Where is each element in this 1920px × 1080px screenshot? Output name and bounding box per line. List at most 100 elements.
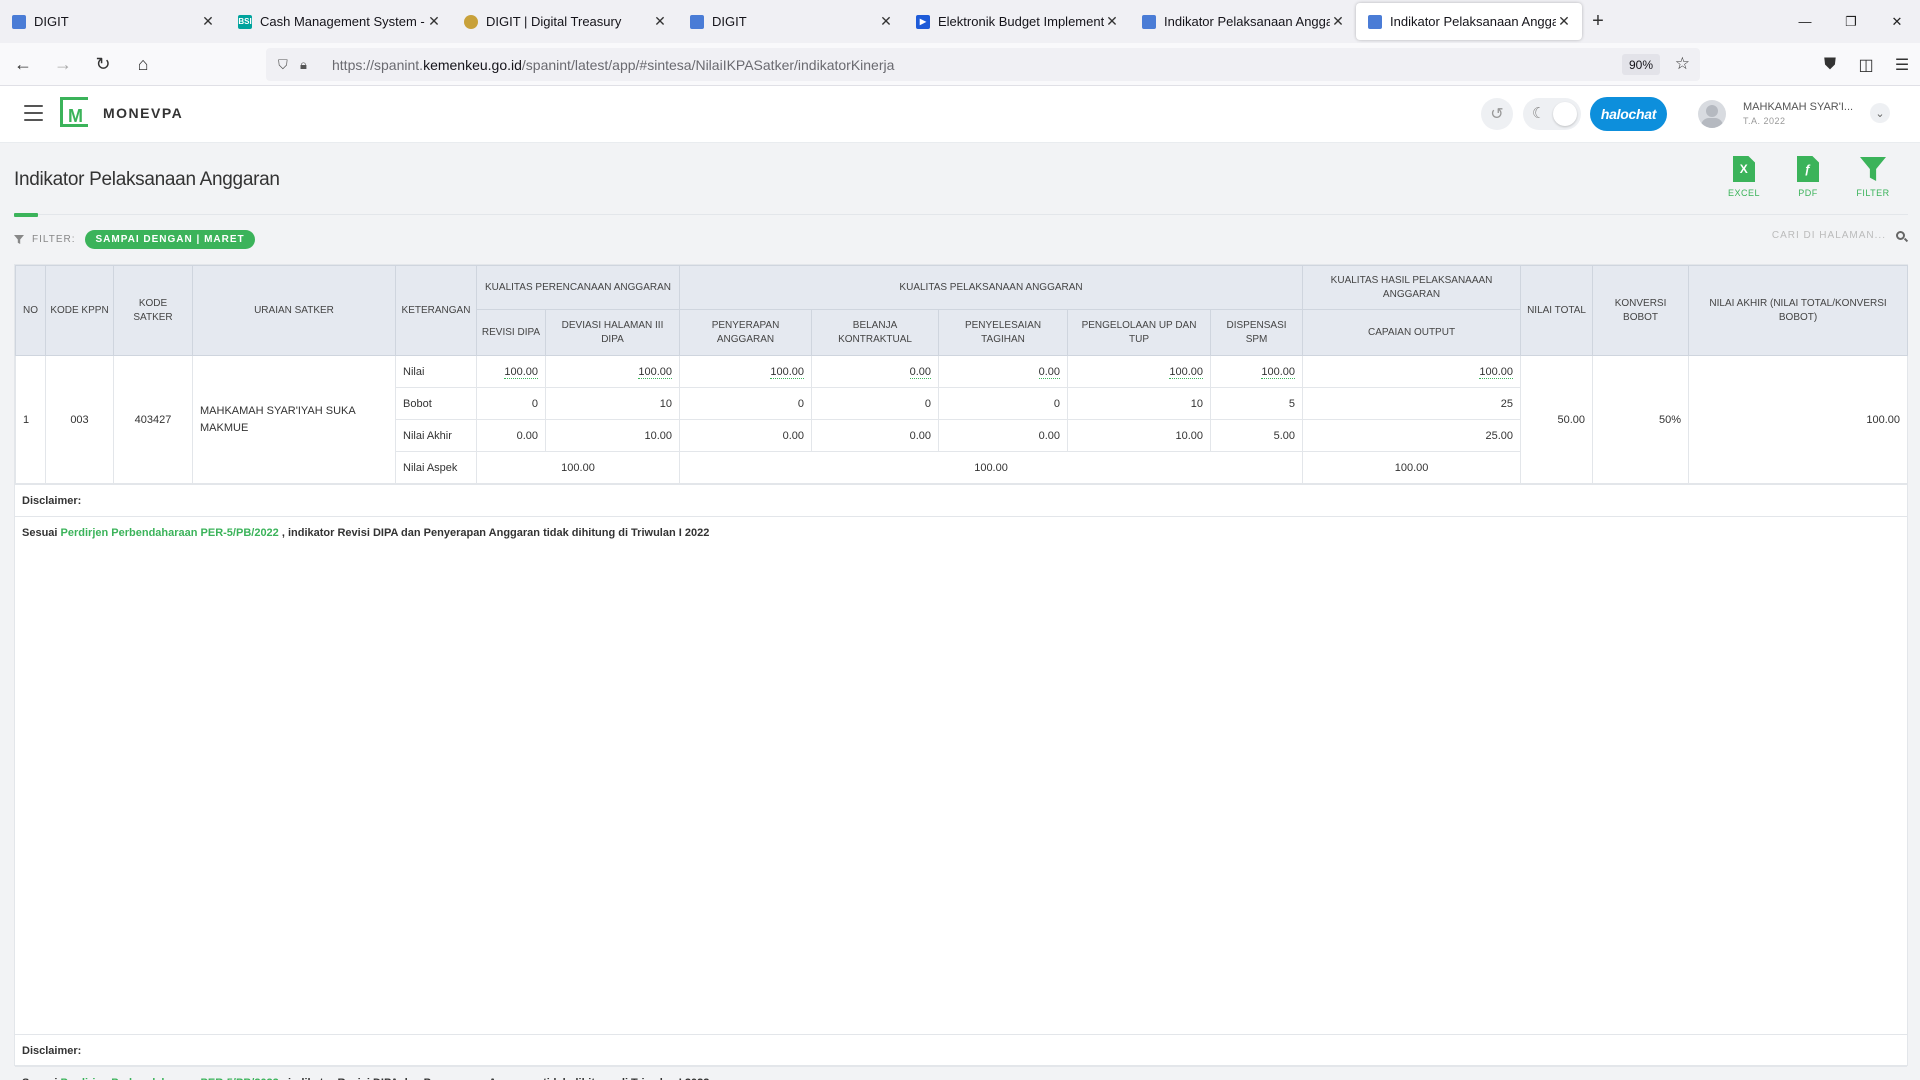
header-group-hasil: KUALITAS HASIL PELAKSANAAAN ANGGARAN	[1302, 265, 1522, 310]
header-penyerapan: PENYERAPAN ANGGARAN	[679, 309, 813, 356]
cell-nilai-akhir: 0.00	[811, 419, 940, 452]
filter-caption: FILTER:	[32, 234, 76, 245]
chevron-down-icon[interactable]: ⌄	[1870, 103, 1890, 123]
cell-aspek-pelaksanaan: 100.00	[679, 451, 1304, 484]
minimize-icon[interactable]: —	[1782, 0, 1828, 43]
monevpa-logo: M	[60, 97, 88, 127]
close-icon[interactable]: ✕	[652, 13, 668, 30]
browser-tab-active[interactable]: Indikator Pelaksanaan Anggaran ✕	[1356, 3, 1582, 40]
disclaimer-label: Disclaimer:	[15, 484, 1907, 516]
cell-nilai-total: 50.00	[1520, 355, 1594, 484]
header-kode-satker: KODE SATKER	[113, 265, 193, 356]
cell-nilai-capaian[interactable]: 100.00	[1302, 355, 1522, 388]
header-dispensasi-spm: DISPENSASI SPM	[1210, 309, 1304, 356]
forward-icon[interactable]: →	[46, 47, 80, 81]
cell-keterangan: Nilai Akhir	[395, 419, 477, 452]
filter-button[interactable]: FILTER	[1848, 156, 1898, 198]
menu-icon[interactable]: ☰	[1884, 55, 1920, 75]
url-text: https://spanint.kemenkeu.go.id/spanint/l…	[332, 56, 895, 73]
browser-tab[interactable]: ▶ Elektronik Budget Implementati ✕	[904, 3, 1130, 40]
export-pdf-button[interactable]: ƒ PDF	[1783, 156, 1833, 198]
header-no: NO	[15, 265, 46, 356]
cell-nilai-revisi[interactable]: 100.00	[476, 355, 546, 388]
header-group-perencanaan: KUALITAS PERENCANAAN ANGGARAN	[475, 265, 681, 310]
address-bar[interactable]: ⛉ 🔒︎ https://spanint.kemenkeu.go.id/span…	[266, 48, 1700, 81]
undo-icon[interactable]: ↺	[1481, 98, 1513, 130]
filter-row: FILTER: SAMPAI DENGAN | MARET	[14, 230, 255, 249]
title-accent	[14, 213, 38, 217]
header-uraian-satker: URAIAN SATKER	[192, 265, 396, 356]
back-icon[interactable]: ←	[6, 47, 40, 81]
disclaimer-label-bottom: Disclaimer:	[15, 1034, 1907, 1066]
lock-icon[interactable]: 🔒︎	[300, 57, 322, 73]
search-icon[interactable]	[1896, 231, 1905, 240]
close-icon[interactable]: ✕	[1104, 13, 1120, 30]
header-group-pelaksanaan: KUALITAS PELAKSANAAN ANGGARAN	[679, 265, 1304, 310]
close-icon[interactable]: ✕	[878, 13, 894, 30]
cell-nilai-akhir: 25.00	[1302, 419, 1522, 452]
avatar[interactable]	[1698, 100, 1726, 128]
close-icon[interactable]: ✕	[426, 13, 442, 30]
header-belanja-kontraktual: BELANJA KONTRAKTUAL	[811, 309, 940, 356]
cell-nilai-akhir: 10.00	[1067, 419, 1212, 452]
cell-nilai-akhir-total: 100.00	[1688, 355, 1909, 484]
browser-nav-bar: ← → ↻ ⌂ ⛉ 🔒︎ https://spanint.kemenkeu.go…	[0, 43, 1920, 86]
browser-tab[interactable]: DIGIT ✕	[0, 3, 226, 40]
reload-icon[interactable]: ↻	[86, 47, 120, 81]
cell-aspek-hasil: 100.00	[1302, 451, 1522, 484]
disclaimer-text-bottom: Sesuai Perdirjen Perbendaharaan PER-5/PB…	[15, 1066, 1907, 1080]
export-excel-button[interactable]: X EXCEL	[1719, 156, 1769, 198]
shield-icon[interactable]: ⛉	[278, 57, 300, 73]
perdirjen-link[interactable]: Perdirjen Perbendaharaan PER-5/PB/2022	[61, 527, 279, 539]
toggle-knob	[1553, 102, 1577, 126]
indicator-table-panel: NO KODE KPPN KODE SATKER URAIAN SATKER K…	[14, 264, 1909, 1080]
sidebar-icon[interactable]: ◫	[1848, 55, 1884, 75]
browser-tab[interactable]: DIGIT ✕	[678, 3, 904, 40]
cell-kode-satker: 403427	[113, 355, 193, 484]
cell-bobot: 0	[938, 387, 1069, 420]
budget-icon: ▶	[916, 14, 930, 29]
tab-title: Cash Management System - Ba	[260, 14, 426, 29]
cell-konversi-bobot: 50%	[1592, 355, 1690, 484]
hamburger-menu-icon[interactable]	[24, 105, 43, 121]
filter-chip[interactable]: SAMPAI DENGAN | MARET	[85, 230, 255, 249]
browser-tab[interactable]: DIGIT | Digital Treasury ✕	[452, 3, 678, 40]
cell-bobot: 0	[811, 387, 940, 420]
browser-tab-bar: DIGIT ✕ BSI Cash Management System - Ba …	[0, 0, 1920, 43]
close-icon[interactable]: ✕	[1556, 13, 1572, 30]
restore-icon[interactable]: ❐	[1828, 0, 1874, 43]
browser-tab[interactable]: Indikator Pelaksanaan Anggaran ✕	[1130, 3, 1356, 40]
close-icon[interactable]: ✕	[1330, 13, 1346, 30]
cell-nilai-deviasi[interactable]: 100.00	[544, 355, 681, 388]
browser-tab[interactable]: BSI Cash Management System - Ba ✕	[226, 3, 452, 40]
cell-nilai-dispensasi[interactable]: 100.00	[1210, 355, 1304, 388]
bookmark-star-icon[interactable]: ☆	[1675, 54, 1690, 74]
zoom-level[interactable]: 90%	[1621, 54, 1660, 75]
disclaimer-prefix: Sesuai	[22, 1077, 57, 1080]
page-search[interactable]: CARI DI HALAMAN...	[1700, 230, 1905, 241]
excel-file-icon: X	[1733, 156, 1755, 182]
pdf-file-icon: ƒ	[1797, 156, 1819, 182]
halochat-button[interactable]: halochat	[1590, 97, 1667, 131]
tab-title: DIGIT	[34, 14, 69, 29]
cell-nilai-belanja[interactable]: 0.00	[811, 355, 940, 388]
dark-mode-toggle[interactable]: ☾	[1523, 98, 1581, 130]
new-tab-button[interactable]: +	[1582, 3, 1614, 40]
cell-nilai-pengelolaan[interactable]: 100.00	[1067, 355, 1212, 388]
header-pengelolaan-up: PENGELOLAAN UP DAN TUP	[1067, 309, 1212, 356]
header-nilai-total: NILAI TOTAL	[1520, 265, 1594, 356]
home-icon[interactable]: ⌂	[126, 47, 160, 81]
user-name: MAHKAMAH SYAR'I...	[1743, 101, 1853, 113]
search-placeholder[interactable]: CARI DI HALAMAN...	[1772, 230, 1886, 241]
indicator-table: NO KODE KPPN KODE SATKER URAIAN SATKER K…	[15, 265, 1909, 484]
cell-nilai-penyerapan[interactable]: 100.00	[679, 355, 813, 388]
tab-title: DIGIT	[712, 14, 747, 29]
close-window-icon[interactable]: ✕	[1874, 0, 1920, 43]
tab-title: DIGIT | Digital Treasury	[486, 14, 622, 29]
tab-title: Elektronik Budget Implementati	[938, 14, 1104, 29]
close-icon[interactable]: ✕	[200, 13, 216, 30]
perdirjen-link[interactable]: Perdirjen Perbendaharaan PER-5/PB/2022	[61, 1077, 279, 1080]
divider	[14, 214, 1908, 215]
cell-nilai-penyelesaian[interactable]: 0.00	[938, 355, 1069, 388]
pocket-icon[interactable]: ⛊	[1812, 56, 1848, 74]
